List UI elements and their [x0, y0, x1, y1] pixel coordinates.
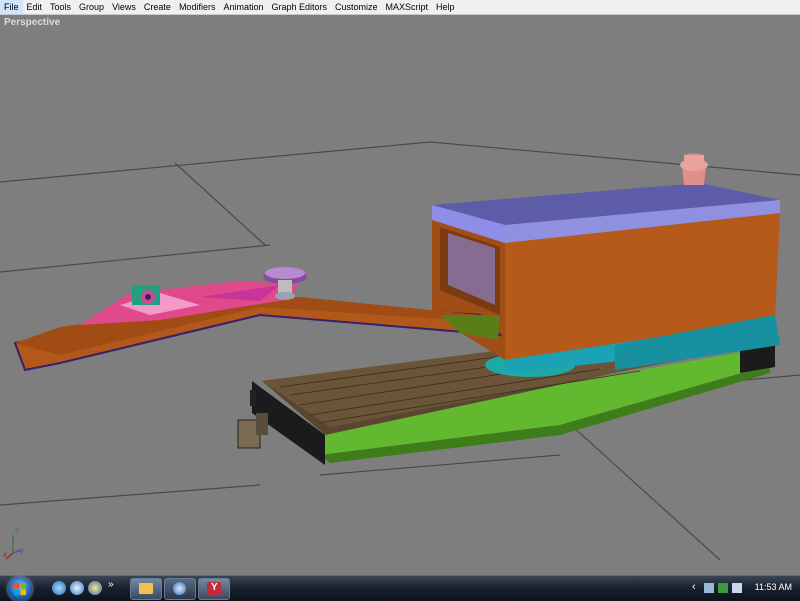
system-tray: ‹ 11:53 AM	[690, 576, 800, 601]
browser-icon[interactable]	[88, 581, 102, 595]
quick-launch-overflow[interactable]: »	[108, 579, 114, 590]
menu-help[interactable]: Help	[432, 0, 459, 14]
safely-remove-icon[interactable]	[718, 583, 728, 593]
perspective-viewport[interactable]: Perspective z x y	[0, 15, 800, 575]
3dsmax-icon: Y	[207, 582, 221, 596]
globe-icon	[173, 582, 186, 595]
boom-pulley	[132, 285, 160, 305]
menu-modifiers[interactable]: Modifiers	[175, 0, 220, 14]
axis-tripod: z x y	[3, 526, 24, 560]
menu-graph-editors[interactable]: Graph Editors	[267, 0, 331, 14]
volume-icon[interactable]	[732, 583, 742, 593]
menu-create[interactable]: Create	[140, 0, 175, 14]
menu-file[interactable]: File	[0, 0, 23, 14]
scene-render	[0, 141, 800, 561]
viewport-label[interactable]: Perspective	[4, 17, 60, 28]
taskbar-folder-button[interactable]	[130, 578, 162, 600]
crane-boom	[13, 281, 503, 372]
menu-maxscript[interactable]: MAXScript	[382, 0, 433, 14]
axis-y-label: y	[20, 546, 24, 555]
internet-explorer-icon[interactable]	[70, 581, 84, 595]
menu-bar: File Edit Tools Group Views Create Modif…	[0, 0, 800, 15]
axis-z-label: z	[15, 526, 19, 535]
menu-animation[interactable]: Animation	[219, 0, 267, 14]
start-button[interactable]	[8, 577, 32, 601]
menu-customize[interactable]: Customize	[331, 0, 382, 14]
menu-group[interactable]: Group	[75, 0, 108, 14]
menu-views[interactable]: Views	[108, 0, 140, 14]
tray-expand-button[interactable]: ‹	[692, 581, 696, 593]
taskbar-globe-button[interactable]	[164, 578, 196, 600]
crane-cab	[432, 183, 780, 373]
windows-logo-icon	[14, 583, 26, 595]
smokestack	[680, 153, 708, 185]
taskbar: » Y ‹ 11:53 AM	[0, 575, 800, 601]
menu-tools[interactable]: Tools	[46, 0, 75, 14]
folder-icon	[139, 583, 153, 594]
show-desktop-icon[interactable]	[52, 581, 66, 595]
clock[interactable]: 11:53 AM	[755, 582, 792, 592]
menu-edit[interactable]: Edit	[23, 0, 47, 14]
network-icon[interactable]	[704, 583, 714, 593]
taskbar-3dsmax-button[interactable]: Y	[198, 578, 230, 600]
axis-x-label: x	[3, 550, 7, 559]
